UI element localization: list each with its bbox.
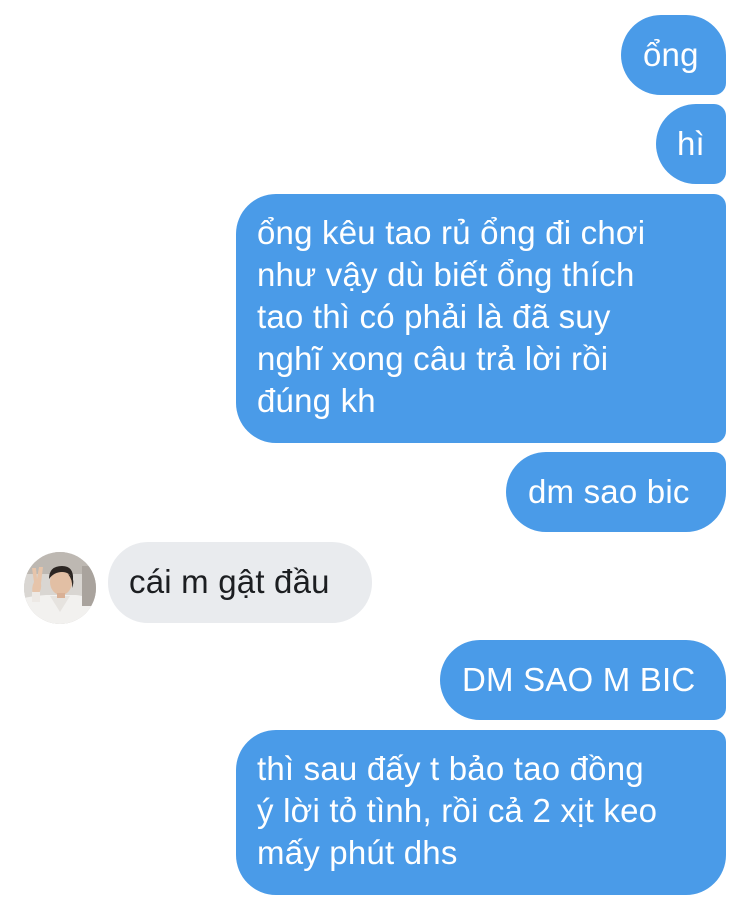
outgoing-message-bubble[interactable]: hì xyxy=(656,104,726,184)
incoming-message-bubble[interactable]: cái m gật đầu xyxy=(108,542,372,623)
outgoing-message-bubble[interactable]: thì sau đấy t bảo tao đồng ý lời tỏ tình… xyxy=(236,730,726,895)
message-thread: ổng hì ổng kêu tao rủ ổng đi chơi như vậ… xyxy=(0,0,750,904)
outgoing-message-bubble[interactable]: DM SAO M BIC xyxy=(440,640,726,720)
contact-avatar[interactable] xyxy=(24,552,96,624)
outgoing-message-bubble[interactable]: ổng xyxy=(621,15,726,95)
contact-avatar-photo-icon xyxy=(24,552,96,624)
outgoing-message-bubble[interactable]: ổng kêu tao rủ ổng đi chơi như vậy dù bi… xyxy=(236,194,726,443)
outgoing-message-bubble[interactable]: dm sao bic xyxy=(506,452,726,532)
